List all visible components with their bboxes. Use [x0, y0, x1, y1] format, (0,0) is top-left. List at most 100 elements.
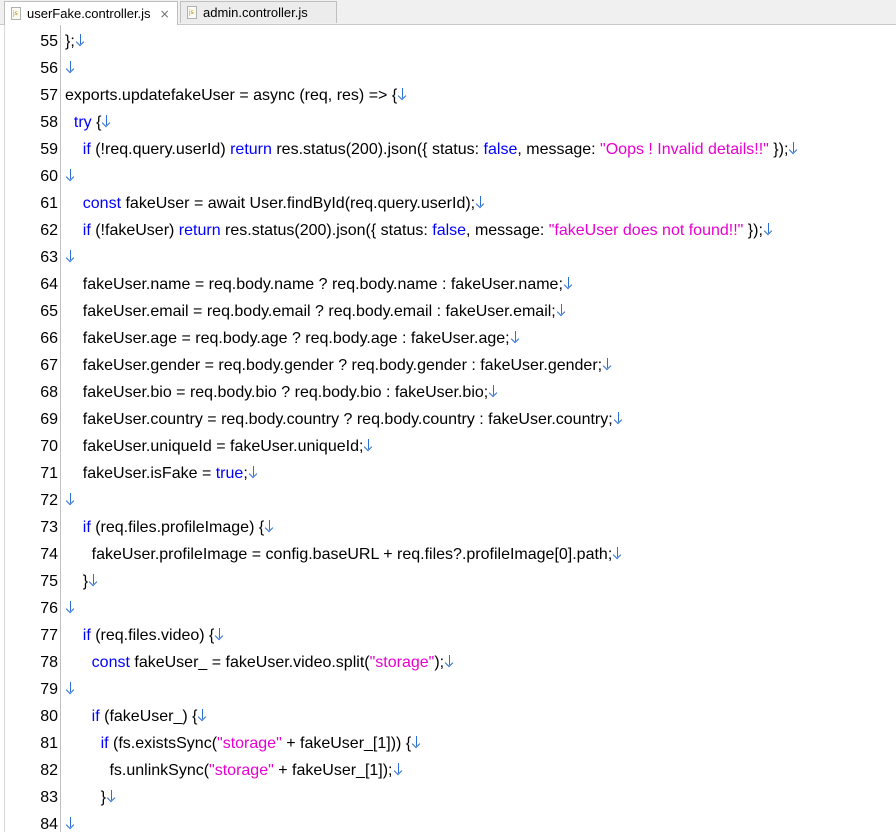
line-number: 70: [40, 438, 58, 455]
code-text: if (req.files.profileImage) {: [65, 514, 275, 541]
code-line[interactable]: 66 fakeUser.age = req.body.age ? req.bod…: [0, 325, 896, 352]
line-break-icon: [66, 169, 76, 181]
code-text: [65, 244, 76, 271]
code-line[interactable]: 62 if (!fakeUser) return res.status(200)…: [0, 217, 896, 244]
code-line[interactable]: 55};: [0, 28, 896, 55]
code-text: if (!req.query.userId) return res.status…: [65, 136, 799, 163]
code-line[interactable]: 59 if (!req.query.userId) return res.sta…: [0, 136, 896, 163]
code-line[interactable]: 80 if (fakeUser_) {: [0, 703, 896, 730]
code-token: ;: [243, 465, 248, 482]
close-icon[interactable]: ×: [160, 7, 170, 21]
code-token: + fakeUser_[1])) {: [281, 735, 412, 752]
code-line[interactable]: 83 }: [0, 784, 896, 811]
line-number: 79: [40, 681, 58, 698]
line-break-icon: [66, 493, 76, 505]
code-line[interactable]: 73 if (req.files.profileImage) {: [0, 514, 896, 541]
code-text: fakeUser.country = req.body.country ? re…: [65, 406, 624, 433]
code-text: fakeUser.email = req.body.email ? req.bo…: [65, 298, 567, 325]
code-text: if (req.files.video) {: [65, 622, 225, 649]
code-token: fakeUser.uniqueId = fakeUser.uniqueId;: [65, 438, 364, 455]
code-line[interactable]: 61 const fakeUser = await User.findById(…: [0, 190, 896, 217]
code-line[interactable]: 78 const fakeUser_ = fakeUser.video.spli…: [0, 649, 896, 676]
line-break-icon: [66, 250, 76, 262]
code-line[interactable]: 71 fakeUser.isFake = true;: [0, 460, 896, 487]
code-line[interactable]: 72: [0, 487, 896, 514]
code-line[interactable]: 74 fakeUser.profileImage = config.baseUR…: [0, 541, 896, 568]
line-number: 55: [40, 33, 58, 50]
code-token: fakeUser.age = req.body.age ? req.body.a…: [65, 330, 510, 347]
line-break-icon: [603, 358, 613, 370]
code-line[interactable]: 76: [0, 595, 896, 622]
line-break-icon: [364, 439, 374, 451]
line-number: 80: [40, 708, 58, 725]
code-line[interactable]: 56: [0, 55, 896, 82]
string-token: "storage": [217, 735, 282, 752]
code-line[interactable]: 57 exports.updatefakeUser = async (req, r…: [0, 82, 896, 109]
code-text: fs.unlinkSync("storage" + fakeUser_[1]);: [65, 757, 404, 784]
keyword-token: return: [178, 222, 221, 239]
code-line[interactable]: 63: [0, 244, 896, 271]
code-token: fakeUser = await User.findById(req.query…: [121, 195, 476, 212]
code-text: fakeUser.profileImage = config.baseURL +…: [65, 541, 623, 568]
line-break-icon: [412, 736, 422, 748]
keyword-token: if: [91, 708, 100, 725]
code-line[interactable]: 64 fakeUser.name = req.body.name ? req.b…: [0, 271, 896, 298]
line-number: 60: [40, 168, 58, 185]
code-editor[interactable]: 55}; 56 57 exports.updatefakeUser = async (…: [0, 25, 896, 832]
code-text: if (fakeUser_) {: [65, 703, 208, 730]
line-number: 57: [40, 87, 58, 104]
code-line[interactable]: 70 fakeUser.uniqueId = fakeUser.uniqueId…: [0, 433, 896, 460]
code-line[interactable]: 79: [0, 676, 896, 703]
code-line[interactable]: 77 if (req.files.video) {: [0, 622, 896, 649]
line-number: 68: [40, 384, 58, 401]
string-token: "storage": [369, 654, 435, 671]
code-token: fakeUser.profileImage = config.baseURL +…: [65, 546, 613, 563]
keyword-token: if: [82, 519, 91, 536]
code-text: [65, 163, 76, 190]
keyword-token: if: [82, 627, 91, 644]
code-line[interactable]: 60: [0, 163, 896, 190]
code-line[interactable]: 69 fakeUser.country = req.body.country ?…: [0, 406, 896, 433]
line-break-icon: [764, 223, 774, 235]
code-text: fakeUser.bio = req.body.bio ? req.body.b…: [65, 379, 499, 406]
code-line[interactable]: 65 fakeUser.email = req.body.email ? req…: [0, 298, 896, 325]
code-token: fakeUser.isFake =: [65, 465, 216, 482]
tab-userfake-controller[interactable]: userFake.controller.js ×: [4, 1, 178, 25]
code-line[interactable]: 67 fakeUser.gender = req.body.gender ? r…: [0, 352, 896, 379]
line-break-icon: [476, 196, 486, 208]
code-token: {: [91, 114, 102, 131]
line-number: 73: [40, 519, 58, 536]
code-token: fakeUser.name = req.body.name ? req.body…: [65, 276, 563, 293]
code-token: (fs.existsSync(: [108, 735, 218, 752]
code-line[interactable]: 58 try {: [0, 109, 896, 136]
line-break-icon: [66, 601, 76, 613]
code-text: [65, 487, 76, 514]
line-number: 71: [40, 465, 58, 482]
tab-admin-controller[interactable]: admin.controller.js: [180, 1, 337, 23]
keyword-token: if: [82, 141, 91, 158]
code-token: fakeUser.country = req.body.country ? re…: [65, 411, 613, 428]
line-number: 74: [40, 546, 58, 563]
code-line[interactable]: 84: [0, 811, 896, 832]
line-break-icon: [89, 574, 99, 586]
code-token: (req.files.profileImage) {: [90, 519, 265, 536]
line-number: 78: [40, 654, 58, 671]
keyword-token: const: [91, 654, 130, 671]
line-number: 83: [40, 789, 58, 806]
code-text: if (fs.existsSync("storage" + fakeUser_[…: [65, 730, 422, 757]
code-line[interactable]: 75 }: [0, 568, 896, 595]
code-token: (!req.query.userId): [90, 141, 231, 158]
code-text: [65, 55, 76, 82]
code-token: fakeUser.email = req.body.email ? req.bo…: [65, 303, 556, 320]
code-line[interactable]: 81 if (fs.existsSync("storage" + fakeUse…: [0, 730, 896, 757]
line-number: 76: [40, 600, 58, 617]
code-line[interactable]: 68 fakeUser.bio = req.body.bio ? req.bod…: [0, 379, 896, 406]
line-number: 58: [40, 114, 58, 131]
code-line[interactable]: 82 fs.unlinkSync("storage" + fakeUser_[1…: [0, 757, 896, 784]
line-break-icon: [107, 790, 117, 802]
